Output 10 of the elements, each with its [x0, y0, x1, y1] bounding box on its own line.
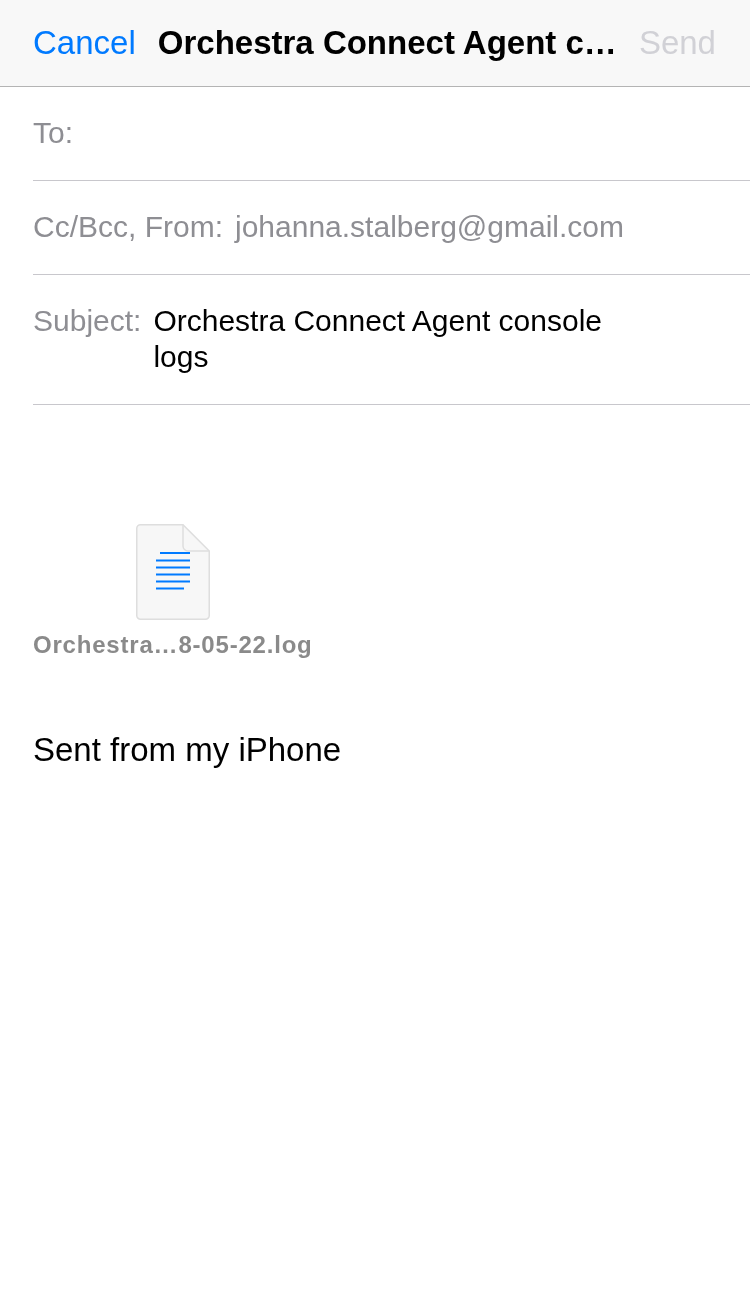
nav-title: Orchestra Connect Agent c…	[157, 23, 617, 63]
subject-field[interactable]: Orchestra Connect Agent console logs	[153, 303, 644, 375]
document-icon[interactable]	[135, 524, 210, 620]
field-label: Subject:	[33, 303, 142, 339]
sender-address-field[interactable]: johanna.stalberg@gmail.com	[235, 209, 624, 245]
field-label: Cc/Bcc, From:	[33, 209, 223, 245]
cancel-button[interactable]: Cancel	[33, 23, 136, 63]
field-label: To:	[33, 115, 74, 151]
attachment-name: Orchestra…8-05-22.log	[33, 631, 313, 659]
signature-text: Sent from my iPhone	[33, 731, 342, 768]
